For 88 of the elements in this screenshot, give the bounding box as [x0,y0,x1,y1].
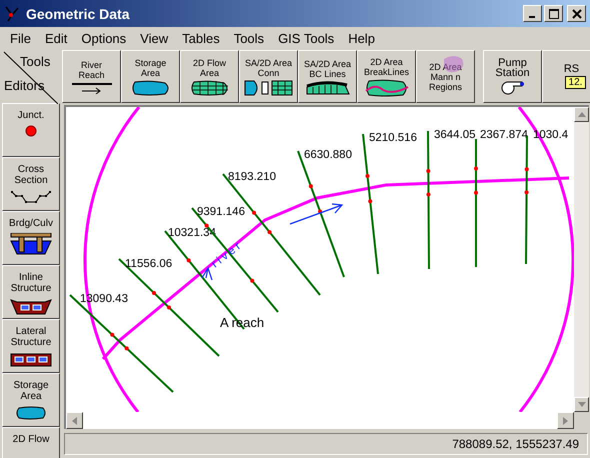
bank-point [426,192,430,196]
boundary-lines-icon [304,80,350,94]
station-label: 6630.880 [304,149,352,161]
tool-button[interactable]: 2D Flow Area [180,50,239,103]
menu-item[interactable]: Options [74,31,134,46]
editor-button[interactable]: Brdg/Culv [2,211,60,265]
menu-item[interactable]: Edit [38,31,74,46]
down-arrow-icon [578,402,586,407]
right-arrow-icon [563,416,568,424]
tool-button[interactable]: Pump Station [483,50,542,103]
storage-area-icon [15,406,47,420]
editor-button[interactable]: Inline Structure [2,265,60,319]
tool-button[interactable]: RS 12. [542,50,590,103]
bank-point [268,230,272,234]
breakline-mesh-icon [364,78,408,96]
bridge-icon [9,233,53,255]
bank-point [318,209,322,214]
tool-button[interactable]: Storage Area [121,50,180,103]
connection-icon [244,80,294,96]
bank-point [186,258,191,262]
inline-structure-icon [9,298,53,316]
editor-button[interactable]: Storage Area [2,373,60,427]
station-label: 9391.146 [197,206,245,218]
bank-point [524,167,529,172]
close-button[interactable] [567,5,586,22]
bank-point [426,169,430,174]
editor-button[interactable]: Junct. [2,103,60,157]
lateral-structure-icon [9,352,53,368]
maximize-icon [548,8,558,18]
up-arrow-icon [578,112,586,117]
menu-item[interactable]: GIS Tools [271,31,342,46]
bank-point [124,346,129,350]
menu-item[interactable]: View [133,31,176,46]
tools-label: Tools [20,54,50,69]
scroll-right-button[interactable] [557,412,574,429]
coordinates-text: 788089.52, 1555237.49 [452,437,579,451]
editor-button[interactable]: 2D Flow [2,427,60,458]
bank-point [250,278,254,283]
cross-section-line[interactable] [427,131,430,269]
pump-icon [500,80,526,96]
maximize-button[interactable] [544,5,563,22]
tool-button[interactable]: 2D Area BreakLines [357,50,416,103]
vertical-scrollbar[interactable] [574,107,589,412]
station-tag: 12. [564,76,586,89]
bank-point [524,190,529,194]
menu-item[interactable]: File [3,31,38,46]
storage-area-icon [130,80,170,96]
scroll-up-button[interactable] [574,107,589,122]
scroll-left-button[interactable] [66,412,83,429]
horizontal-scrollbar[interactable] [64,412,574,429]
bank-point [110,332,114,337]
bank-point [152,290,156,295]
cross-section-icon [10,190,52,204]
cross-section-line[interactable] [69,294,174,393]
menu-item[interactable]: Tools [226,31,272,46]
tool-button[interactable]: 2D Area Mann n Regions [416,50,475,103]
minimize-icon [528,16,534,18]
tool-button[interactable]: River Reach [62,50,121,103]
upstream-arrow-icon [201,266,213,281]
bank-point [308,184,313,188]
editor-button[interactable]: Cross Section [2,157,60,211]
left-arrow-icon [72,416,77,424]
flow-arrow [289,203,344,225]
app-icon [4,6,20,22]
editor-button[interactable]: Lateral Structure [2,319,60,373]
scroll-down-button[interactable] [574,397,589,412]
tool-button[interactable]: SA/2D Area BC Lines [298,50,357,103]
close-icon [572,8,582,18]
station-label: 2367.874 [480,129,528,141]
bank-point [366,174,370,178]
minimize-button[interactable] [523,5,542,22]
tool-button[interactable]: SA/2D Area Conn [239,50,298,103]
station-label: 11556.06 [125,258,172,270]
station-label: 8193.210 [228,171,276,183]
menu-item[interactable]: Tables [175,31,227,46]
junction-dot-icon [25,125,37,137]
mesh-area-icon [190,80,230,96]
station-label: 3644.05 [434,129,476,141]
bank-point [474,166,478,170]
bank-point [167,306,171,310]
reach-arrow-icon [70,82,114,94]
station-label: 5210.516 [369,132,417,144]
window-title: Geometric Data [26,6,131,22]
bank-point [252,210,256,215]
bank-point [474,190,478,195]
bank-point [204,224,209,228]
bank-point [368,199,372,204]
menu-item[interactable]: Help [341,31,382,46]
